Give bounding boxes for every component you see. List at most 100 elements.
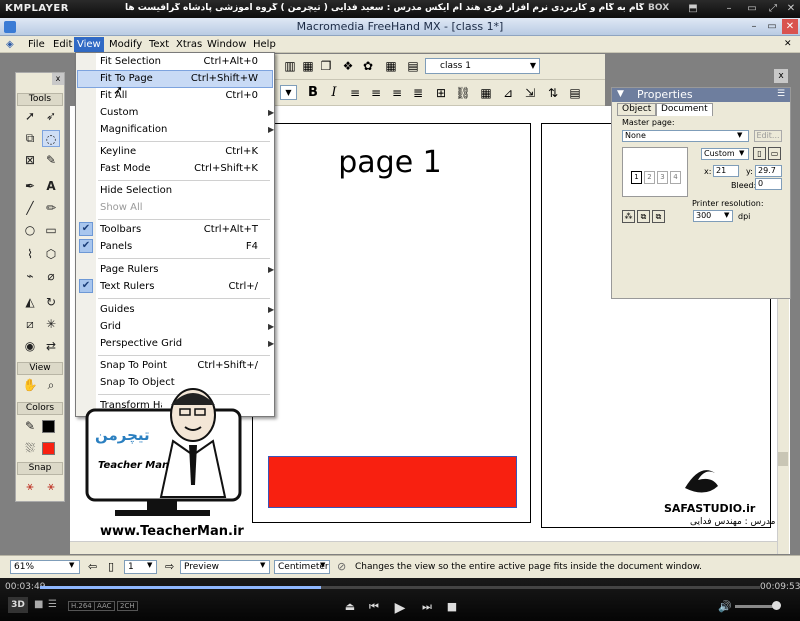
- menu-item-toolbars[interactable]: Toolbars: [100, 223, 141, 237]
- menu-item-fit-all[interactable]: Fit All: [100, 89, 127, 103]
- stroke-color-swatch[interactable]: [42, 420, 55, 433]
- columns-icon[interactable]: ▦: [478, 85, 494, 101]
- align-left-icon[interactable]: ≡: [347, 85, 363, 101]
- polygon-icon[interactable]: ⬡: [42, 246, 60, 263]
- page-transform-icon[interactable]: ⁂: [622, 210, 635, 223]
- menu-item-magnification[interactable]: Magnification: [100, 123, 167, 137]
- page-1-text[interactable]: page 1: [290, 145, 490, 180]
- menu-item-fit-to-page[interactable]: Fit To Page: [100, 72, 153, 86]
- player-box-button[interactable]: BOX: [648, 3, 669, 13]
- master-page-select[interactable]: None: [622, 130, 749, 142]
- eyedropper-icon[interactable]: ✎: [42, 152, 60, 169]
- freeform-icon[interactable]: ⌇: [21, 246, 39, 263]
- menu-edit[interactable]: Edit: [50, 37, 75, 52]
- toolbar-icon-1[interactable]: ▥: [282, 58, 298, 74]
- menu-xtras[interactable]: Xtras: [173, 37, 205, 52]
- ellipse-icon[interactable]: ○: [21, 222, 39, 239]
- printer-resolution-chevron-down-icon[interactable]: ▼: [724, 211, 729, 219]
- text-wrap-icon[interactable]: ⊞: [433, 85, 449, 101]
- next-icon[interactable]: ⏭: [420, 600, 434, 614]
- menu-item-fit-selection[interactable]: Fit Selection: [100, 55, 161, 69]
- class-select-chevron-down-icon[interactable]: ▼: [527, 59, 539, 73]
- page-size-chevron-down-icon[interactable]: ▼: [739, 149, 744, 157]
- menu-modify[interactable]: Modify: [106, 37, 145, 52]
- app-close-icon[interactable]: ✕: [782, 19, 798, 34]
- page-icon[interactable]: ▯: [108, 560, 114, 573]
- pencil-icon[interactable]: ✏: [42, 200, 60, 217]
- play-icon[interactable]: ▶: [393, 600, 407, 616]
- page-tool-icon[interactable]: ⧉: [21, 130, 39, 147]
- menu-help[interactable]: Help: [250, 37, 279, 52]
- attach-icon[interactable]: ⊿: [500, 85, 516, 101]
- tab-document[interactable]: Document: [656, 103, 713, 116]
- subselect-icon[interactable]: ➶: [42, 108, 60, 125]
- eject-icon[interactable]: ⏏: [343, 600, 357, 613]
- toolbar-icon-2[interactable]: ▦: [300, 58, 316, 74]
- pointer-icon[interactable]: ➚: [21, 108, 39, 125]
- menu-item-text-rulers[interactable]: Text Rulers: [100, 280, 155, 294]
- menu-item-page-rulers[interactable]: Page Rulers: [100, 263, 158, 277]
- close-icon[interactable]: ✕: [784, 2, 798, 16]
- knife-icon[interactable]: ⌁: [21, 268, 39, 285]
- bold-icon[interactable]: B: [305, 85, 321, 101]
- app-minimize-icon[interactable]: –: [746, 19, 762, 34]
- skew-icon[interactable]: ⧄: [21, 316, 39, 333]
- menu-item-guides[interactable]: Guides: [100, 303, 135, 317]
- next-page-icon[interactable]: ⇨: [165, 560, 174, 573]
- display-mode-select[interactable]: Preview: [180, 560, 270, 574]
- tools-close-icon[interactable]: x: [52, 73, 64, 85]
- pen-icon[interactable]: ✒: [21, 178, 39, 195]
- thumb-1[interactable]: 1: [631, 171, 642, 184]
- line-icon[interactable]: ╱: [21, 200, 39, 217]
- stop-icon[interactable]: ■: [445, 600, 459, 613]
- units-chevron-down-icon[interactable]: ▼: [320, 561, 325, 569]
- 3d-mode-button[interactable]: 3D: [8, 597, 28, 613]
- minimize-icon[interactable]: –: [722, 2, 736, 16]
- fill-color-swatch[interactable]: [42, 442, 55, 455]
- properties-close-icon[interactable]: x: [774, 69, 788, 83]
- menu-window[interactable]: Window: [204, 37, 249, 52]
- properties-title[interactable]: Properties: [612, 88, 790, 102]
- menu-item-keyline[interactable]: Keyline: [100, 145, 136, 159]
- trace-icon[interactable]: ⇄: [42, 338, 60, 355]
- library-icon[interactable]: ❖: [340, 58, 356, 74]
- volume-knob[interactable]: [771, 601, 781, 610]
- fill-color-icon[interactable]: ⛆: [21, 440, 39, 457]
- stroke-color-icon[interactable]: ✎: [21, 418, 39, 435]
- tab-object[interactable]: Object: [617, 103, 657, 116]
- hand-icon[interactable]: ✋: [21, 377, 39, 394]
- grid-icon[interactable]: ▦: [383, 58, 399, 74]
- lasso-icon[interactable]: ◌: [42, 130, 60, 147]
- thumb-3[interactable]: 3: [657, 171, 668, 184]
- red-rectangle[interactable]: [268, 456, 517, 508]
- portrait-icon[interactable]: ▯: [753, 147, 766, 160]
- snap-point-icon[interactable]: ⚹: [21, 478, 39, 495]
- thumb-4[interactable]: 4: [670, 171, 681, 184]
- add-page-icon[interactable]: ⧉: [637, 210, 650, 223]
- italic-icon[interactable]: I: [326, 85, 342, 101]
- app-maximize-icon[interactable]: ▭: [764, 19, 780, 34]
- align-right-icon[interactable]: ≡: [389, 85, 405, 101]
- horizontal-scrollbar[interactable]: [70, 541, 777, 554]
- rotate-icon[interactable]: ↻: [42, 294, 60, 311]
- menu-view[interactable]: View: [74, 37, 104, 52]
- menu-text[interactable]: Text: [146, 37, 172, 52]
- bleed-input[interactable]: 0: [755, 178, 782, 190]
- display-mode-chevron-down-icon[interactable]: ▼: [260, 561, 265, 569]
- palette-icon[interactable]: ✿: [360, 58, 376, 74]
- menu-item-hide-selection[interactable]: Hide Selection: [100, 184, 172, 198]
- playlist-icon[interactable]: ☰: [48, 599, 57, 610]
- zoom-chevron-down-icon[interactable]: ▼: [69, 561, 74, 569]
- link-icon[interactable]: ⛓: [455, 85, 471, 101]
- master-page-chevron-down-icon[interactable]: ▼: [737, 131, 742, 139]
- thumb-2[interactable]: 2: [644, 171, 655, 184]
- mdi-close-icon[interactable]: ✕: [784, 39, 792, 49]
- snap-object-icon[interactable]: ⚹: [42, 478, 60, 495]
- reflect-icon[interactable]: ◭: [21, 294, 39, 311]
- cancel-render-icon[interactable]: ⊘: [337, 560, 346, 573]
- menu-item-perspective-grid[interactable]: Perspective Grid: [100, 337, 182, 351]
- menu-item-custom[interactable]: Custom: [100, 106, 138, 120]
- properties-collapse-icon[interactable]: ▼: [617, 89, 624, 99]
- fullscreen-icon[interactable]: ⤢: [766, 2, 780, 16]
- stop-square-icon[interactable]: ■: [34, 599, 43, 610]
